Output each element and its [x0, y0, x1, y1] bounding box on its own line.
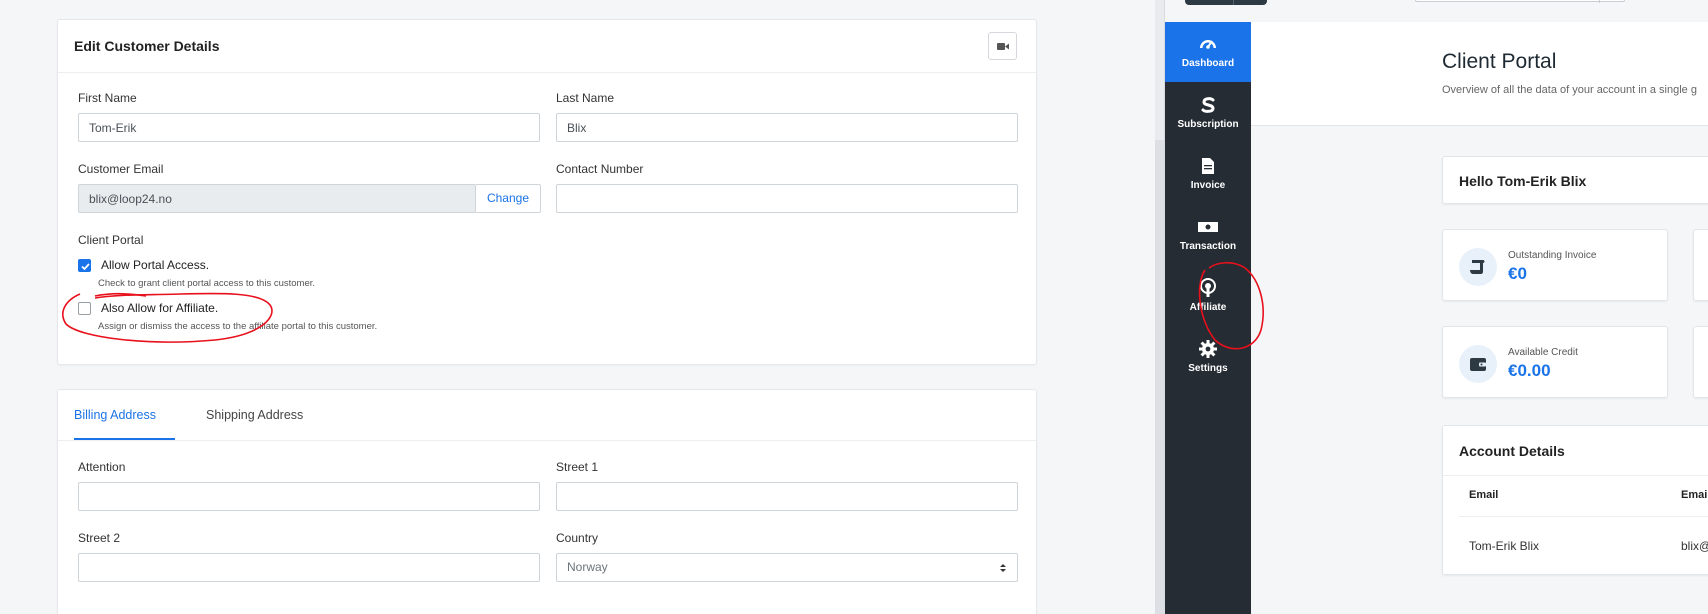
street1-input[interactable] — [556, 482, 1018, 511]
country-select-value: Norway — [567, 560, 608, 574]
outstanding-invoice-label: Outstanding Invoice — [1508, 250, 1597, 261]
sidebar-label-invoice: Invoice — [1190, 180, 1226, 191]
sidebar-item-dashboard[interactable]: Dashboard — [1165, 22, 1251, 82]
allow-affiliate-help: Assign or dismiss the access to the affi… — [98, 321, 378, 332]
invoice-icon — [1202, 158, 1214, 174]
topbar-search-input[interactable] — [1415, 0, 1625, 3]
customer-email-input — [78, 184, 476, 213]
outstanding-invoice-card[interactable]: Outstanding Invoice €0 — [1442, 229, 1668, 301]
sidebar-label-dashboard: Dashboard — [1181, 58, 1235, 69]
select-caret-icon — [1000, 564, 1006, 572]
table-header-email: Email — [1469, 489, 1499, 501]
transaction-icon — [1198, 222, 1218, 232]
allow-portal-label[interactable]: Allow Portal Access. — [101, 258, 209, 272]
street2-label: Street 2 — [78, 531, 121, 545]
customer-edit-pane: Edit Customer Details First Name Last Na… — [0, 0, 1155, 614]
wallet-icon — [1470, 358, 1486, 371]
stat-card-partial — [1693, 229, 1708, 301]
client-portal-label: Client Portal — [78, 233, 144, 247]
outstanding-invoice-value: €0 — [1508, 264, 1527, 283]
allow-portal-checkbox[interactable] — [78, 259, 91, 272]
subscription-icon — [1201, 97, 1215, 113]
first-name-input[interactable] — [78, 113, 540, 142]
greeting-text: Hello Tom-Erik Blix — [1459, 173, 1587, 189]
topbar-button-group[interactable] — [1185, 0, 1267, 5]
street1-label: Street 1 — [556, 460, 599, 474]
sidebar-item-settings[interactable]: Settings — [1165, 327, 1251, 387]
table-cell-name: Tom-Erik Blix — [1469, 539, 1540, 553]
card-header: Edit Customer Details — [58, 20, 1036, 73]
page-subtitle: Overview of all the data of your account… — [1442, 84, 1697, 96]
sidebar-item-transaction[interactable]: Transaction — [1165, 205, 1251, 265]
first-name-label: First Name — [78, 91, 137, 105]
outstanding-invoice-icon-wrap — [1459, 248, 1497, 286]
change-email-button[interactable]: Change — [476, 184, 541, 213]
sidebar-label-affiliate: Affiliate — [1189, 302, 1227, 313]
sidebar-item-affiliate[interactable]: Affiliate — [1165, 266, 1251, 326]
receipt-scroll-icon — [1470, 260, 1485, 274]
scrollbar-thumb[interactable] — [1155, 140, 1164, 614]
table-header-divider — [1459, 516, 1708, 517]
account-details-title: Account Details — [1459, 443, 1565, 459]
allow-affiliate-label[interactable]: Also Allow for Affiliate. — [101, 301, 218, 315]
allow-portal-help: Check to grant client portal access to t… — [98, 278, 316, 289]
sidebar-item-invoice[interactable]: Invoice — [1165, 144, 1251, 204]
tabs-divider — [58, 440, 1036, 441]
client-portal-preview: Dashboard Subscription Invoice Transacti… — [1165, 0, 1708, 614]
contact-number-input[interactable] — [556, 184, 1018, 213]
sidebar-label-subscription: Subscription — [1177, 119, 1239, 130]
available-credit-label: Available Credit — [1508, 347, 1578, 358]
street2-input[interactable] — [78, 553, 540, 582]
greeting-card: Hello Tom-Erik Blix — [1442, 156, 1708, 204]
account-title-divider — [1443, 475, 1708, 476]
country-label: Country — [556, 531, 599, 545]
table-cell-email: blix@l — [1681, 539, 1708, 553]
contact-number-label: Contact Number — [556, 162, 644, 176]
stat-card-partial-2 — [1693, 326, 1708, 398]
portal-topbar — [1165, 0, 1708, 22]
account-details-card: Account Details Email Email Tom-Erik Bli… — [1442, 425, 1708, 575]
sidebar-label-settings: Settings — [1188, 363, 1228, 374]
customer-email-label: Customer Email — [78, 162, 164, 176]
dashboard-icon — [1200, 40, 1216, 49]
table-header-email-2: Email — [1681, 489, 1708, 501]
address-card: Billing Address Shipping Address Attenti… — [57, 389, 1037, 614]
country-select[interactable]: Norway — [556, 553, 1018, 582]
allow-affiliate-checkbox[interactable] — [78, 302, 91, 315]
portal-sidebar: Dashboard Subscription Invoice Transacti… — [1165, 22, 1251, 614]
gear-icon — [1199, 340, 1217, 358]
video-camera-icon — [997, 43, 1009, 50]
attention-input[interactable] — [78, 482, 540, 511]
tab-billing-address[interactable]: Billing Address — [74, 390, 175, 440]
check-icon — [81, 263, 90, 271]
video-button[interactable] — [988, 32, 1017, 60]
tab-shipping-address[interactable]: Shipping Address — [206, 390, 303, 440]
card-title: Edit Customer Details — [74, 38, 220, 54]
page-title: Client Portal — [1442, 50, 1557, 73]
last-name-input[interactable] — [556, 113, 1018, 142]
available-credit-icon-wrap — [1459, 345, 1497, 383]
sidebar-item-subscription[interactable]: Subscription — [1165, 83, 1251, 143]
sidebar-label-transaction: Transaction — [1179, 241, 1237, 252]
affiliate-icon — [1200, 278, 1216, 297]
available-credit-value: €0.00 — [1508, 361, 1551, 380]
attention-label: Attention — [78, 460, 126, 474]
edit-customer-card: Edit Customer Details First Name Last Na… — [57, 19, 1037, 365]
last-name-label: Last Name — [556, 91, 615, 105]
portal-header: Client Portal Overview of all the data o… — [1251, 22, 1708, 126]
available-credit-card[interactable]: Available Credit €0.00 — [1442, 326, 1668, 398]
